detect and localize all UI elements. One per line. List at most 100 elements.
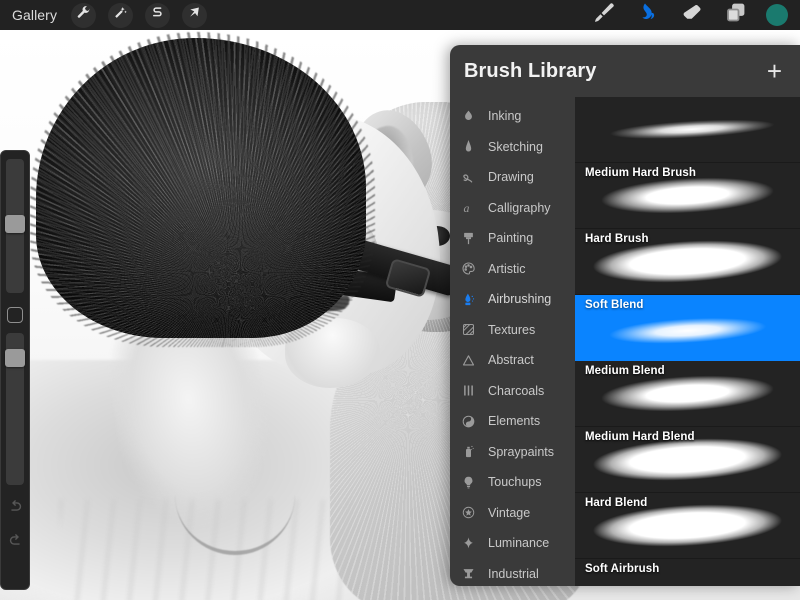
brush-item[interactable] bbox=[575, 97, 800, 163]
brush-preview-list: Medium Hard Brush Hard Brush Soft Blend Med… bbox=[575, 97, 800, 586]
adjustments-button[interactable] bbox=[108, 2, 134, 28]
brush-item-label: Medium Blend bbox=[585, 365, 665, 377]
magic-wand-icon bbox=[113, 5, 128, 25]
lightbulb-icon bbox=[458, 473, 478, 491]
brush-category-spraypaints[interactable]: Spraypaints bbox=[450, 437, 575, 468]
brush-category-label: Abstract bbox=[488, 353, 534, 368]
brush-stroke-preview bbox=[575, 97, 800, 162]
brush-category-airbrushing[interactable]: Airbrushing bbox=[450, 284, 575, 315]
brush-category-label: Inking bbox=[488, 109, 522, 124]
brush-category-artistic[interactable]: Artistic bbox=[450, 254, 575, 285]
paint-brush-tool[interactable] bbox=[582, 0, 626, 30]
brush-category-label: Industrial bbox=[488, 566, 539, 581]
brush-category-label: Spraypaints bbox=[488, 444, 555, 459]
redo-icon bbox=[7, 532, 24, 554]
brush-item-medium-blend[interactable]: Medium Blend bbox=[575, 361, 800, 427]
brush-item-label: Medium Hard Blend bbox=[585, 431, 695, 443]
transform-button[interactable] bbox=[182, 2, 208, 28]
selection-s-icon bbox=[150, 5, 165, 25]
sparkle-icon bbox=[458, 534, 478, 552]
artwork-hair-edge bbox=[30, 32, 375, 347]
brush-item-medium-hard-brush[interactable]: Medium Hard Brush bbox=[575, 163, 800, 229]
top-toolbar: Gallery bbox=[0, 0, 800, 30]
layers-icon bbox=[724, 1, 748, 30]
right-tool-group bbox=[582, 0, 800, 30]
opacity-slider[interactable] bbox=[5, 333, 25, 485]
smudge-icon bbox=[636, 1, 660, 30]
undo-icon bbox=[7, 498, 24, 520]
color-swatch-button[interactable] bbox=[766, 4, 788, 26]
hatch-square-icon bbox=[458, 321, 478, 339]
brush-item-label: Medium Hard Brush bbox=[585, 167, 696, 179]
gallery-button[interactable]: Gallery bbox=[12, 7, 57, 23]
palette-icon bbox=[458, 260, 478, 278]
brush-item-medium-hard-blend[interactable]: Medium Hard Blend bbox=[575, 427, 800, 493]
brush-category-elements[interactable]: Elements bbox=[450, 406, 575, 437]
brush-size-slider[interactable] bbox=[5, 159, 25, 293]
wrench-icon bbox=[76, 5, 91, 25]
brush-category-charcoals[interactable]: Charcoals bbox=[450, 376, 575, 407]
brush-category-vintage[interactable]: Vintage bbox=[450, 498, 575, 529]
brush-size-slider-handle[interactable] bbox=[5, 214, 25, 233]
undo-button[interactable] bbox=[5, 499, 25, 519]
brush-item-soft-airbrush[interactable]: Soft Airbrush bbox=[575, 559, 800, 586]
brush-library-body: Inking Sketching Drawing a Calligraphy Painti… bbox=[450, 97, 800, 586]
brush-category-painting[interactable]: Painting bbox=[450, 223, 575, 254]
brush-category-label: Drawing bbox=[488, 170, 534, 185]
brush-category-label: Textures bbox=[488, 322, 536, 337]
brush-library-header: Brush Library + bbox=[450, 45, 800, 97]
brush-category-label: Calligraphy bbox=[488, 200, 551, 215]
eraser-tool[interactable] bbox=[670, 0, 714, 30]
three-bars-icon bbox=[458, 382, 478, 400]
brush-category-inking[interactable]: Inking bbox=[450, 101, 575, 132]
letter-a-icon: a bbox=[458, 199, 478, 217]
selection-button[interactable] bbox=[145, 2, 171, 28]
brush-item-soft-blend[interactable]: Soft Blend bbox=[575, 295, 800, 361]
brush-item-hard-brush[interactable]: Hard Brush bbox=[575, 229, 800, 295]
yin-yang-icon bbox=[458, 412, 478, 430]
brush-library-panel: Brush Library + Inking Sketching Drawing a C… bbox=[450, 45, 800, 586]
brush-category-industrial[interactable]: Industrial bbox=[450, 559, 575, 587]
brush-category-textures[interactable]: Textures bbox=[450, 315, 575, 346]
brush-category-list: Inking Sketching Drawing a Calligraphy Painti… bbox=[450, 97, 575, 586]
arrow-icon bbox=[187, 5, 202, 25]
flat-brush-icon bbox=[458, 229, 478, 247]
brush-category-label: Airbrushing bbox=[488, 292, 552, 307]
eraser-icon bbox=[680, 1, 704, 30]
brush-category-label: Painting bbox=[488, 231, 534, 246]
brush-category-abstract[interactable]: Abstract bbox=[450, 345, 575, 376]
actions-wrench-button[interactable] bbox=[71, 2, 97, 28]
brush-category-label: Artistic bbox=[488, 261, 526, 276]
pencil-tip-icon bbox=[458, 138, 478, 156]
star-circle-icon bbox=[458, 504, 478, 522]
brush-category-label: Charcoals bbox=[488, 383, 545, 398]
brush-item-label: Hard Brush bbox=[585, 233, 649, 245]
brush-category-label: Touchups bbox=[488, 475, 542, 490]
modify-button[interactable] bbox=[7, 307, 23, 323]
brush-item-label: Hard Blend bbox=[585, 497, 648, 509]
brush-category-label: Vintage bbox=[488, 505, 531, 520]
paintbrush-icon bbox=[592, 1, 616, 30]
airbrush-icon bbox=[458, 290, 478, 308]
brush-item-hard-blend[interactable]: Hard Blend bbox=[575, 493, 800, 559]
layers-tool[interactable] bbox=[714, 0, 758, 30]
squiggle-icon bbox=[458, 168, 478, 186]
smudge-tool[interactable] bbox=[626, 0, 670, 30]
brush-category-sketching[interactable]: Sketching bbox=[450, 132, 575, 163]
brush-category-drawing[interactable]: Drawing bbox=[450, 162, 575, 193]
anvil-icon bbox=[458, 565, 478, 583]
brush-category-label: Sketching bbox=[488, 139, 543, 154]
ink-drop-icon bbox=[458, 107, 478, 125]
left-sidebar bbox=[0, 150, 30, 590]
brush-category-luminance[interactable]: Luminance bbox=[450, 528, 575, 559]
brush-category-touchups[interactable]: Touchups bbox=[450, 467, 575, 498]
svg-text:a: a bbox=[463, 201, 469, 215]
triangle-icon bbox=[458, 351, 478, 369]
brush-library-title: Brush Library bbox=[464, 59, 597, 82]
redo-button[interactable] bbox=[5, 533, 25, 553]
opacity-slider-handle[interactable] bbox=[5, 349, 25, 368]
brush-category-label: Luminance bbox=[488, 536, 550, 551]
brush-category-calligraphy[interactable]: a Calligraphy bbox=[450, 193, 575, 224]
add-brush-button[interactable]: + bbox=[765, 58, 784, 84]
brush-item-label: Soft Airbrush bbox=[585, 563, 660, 575]
